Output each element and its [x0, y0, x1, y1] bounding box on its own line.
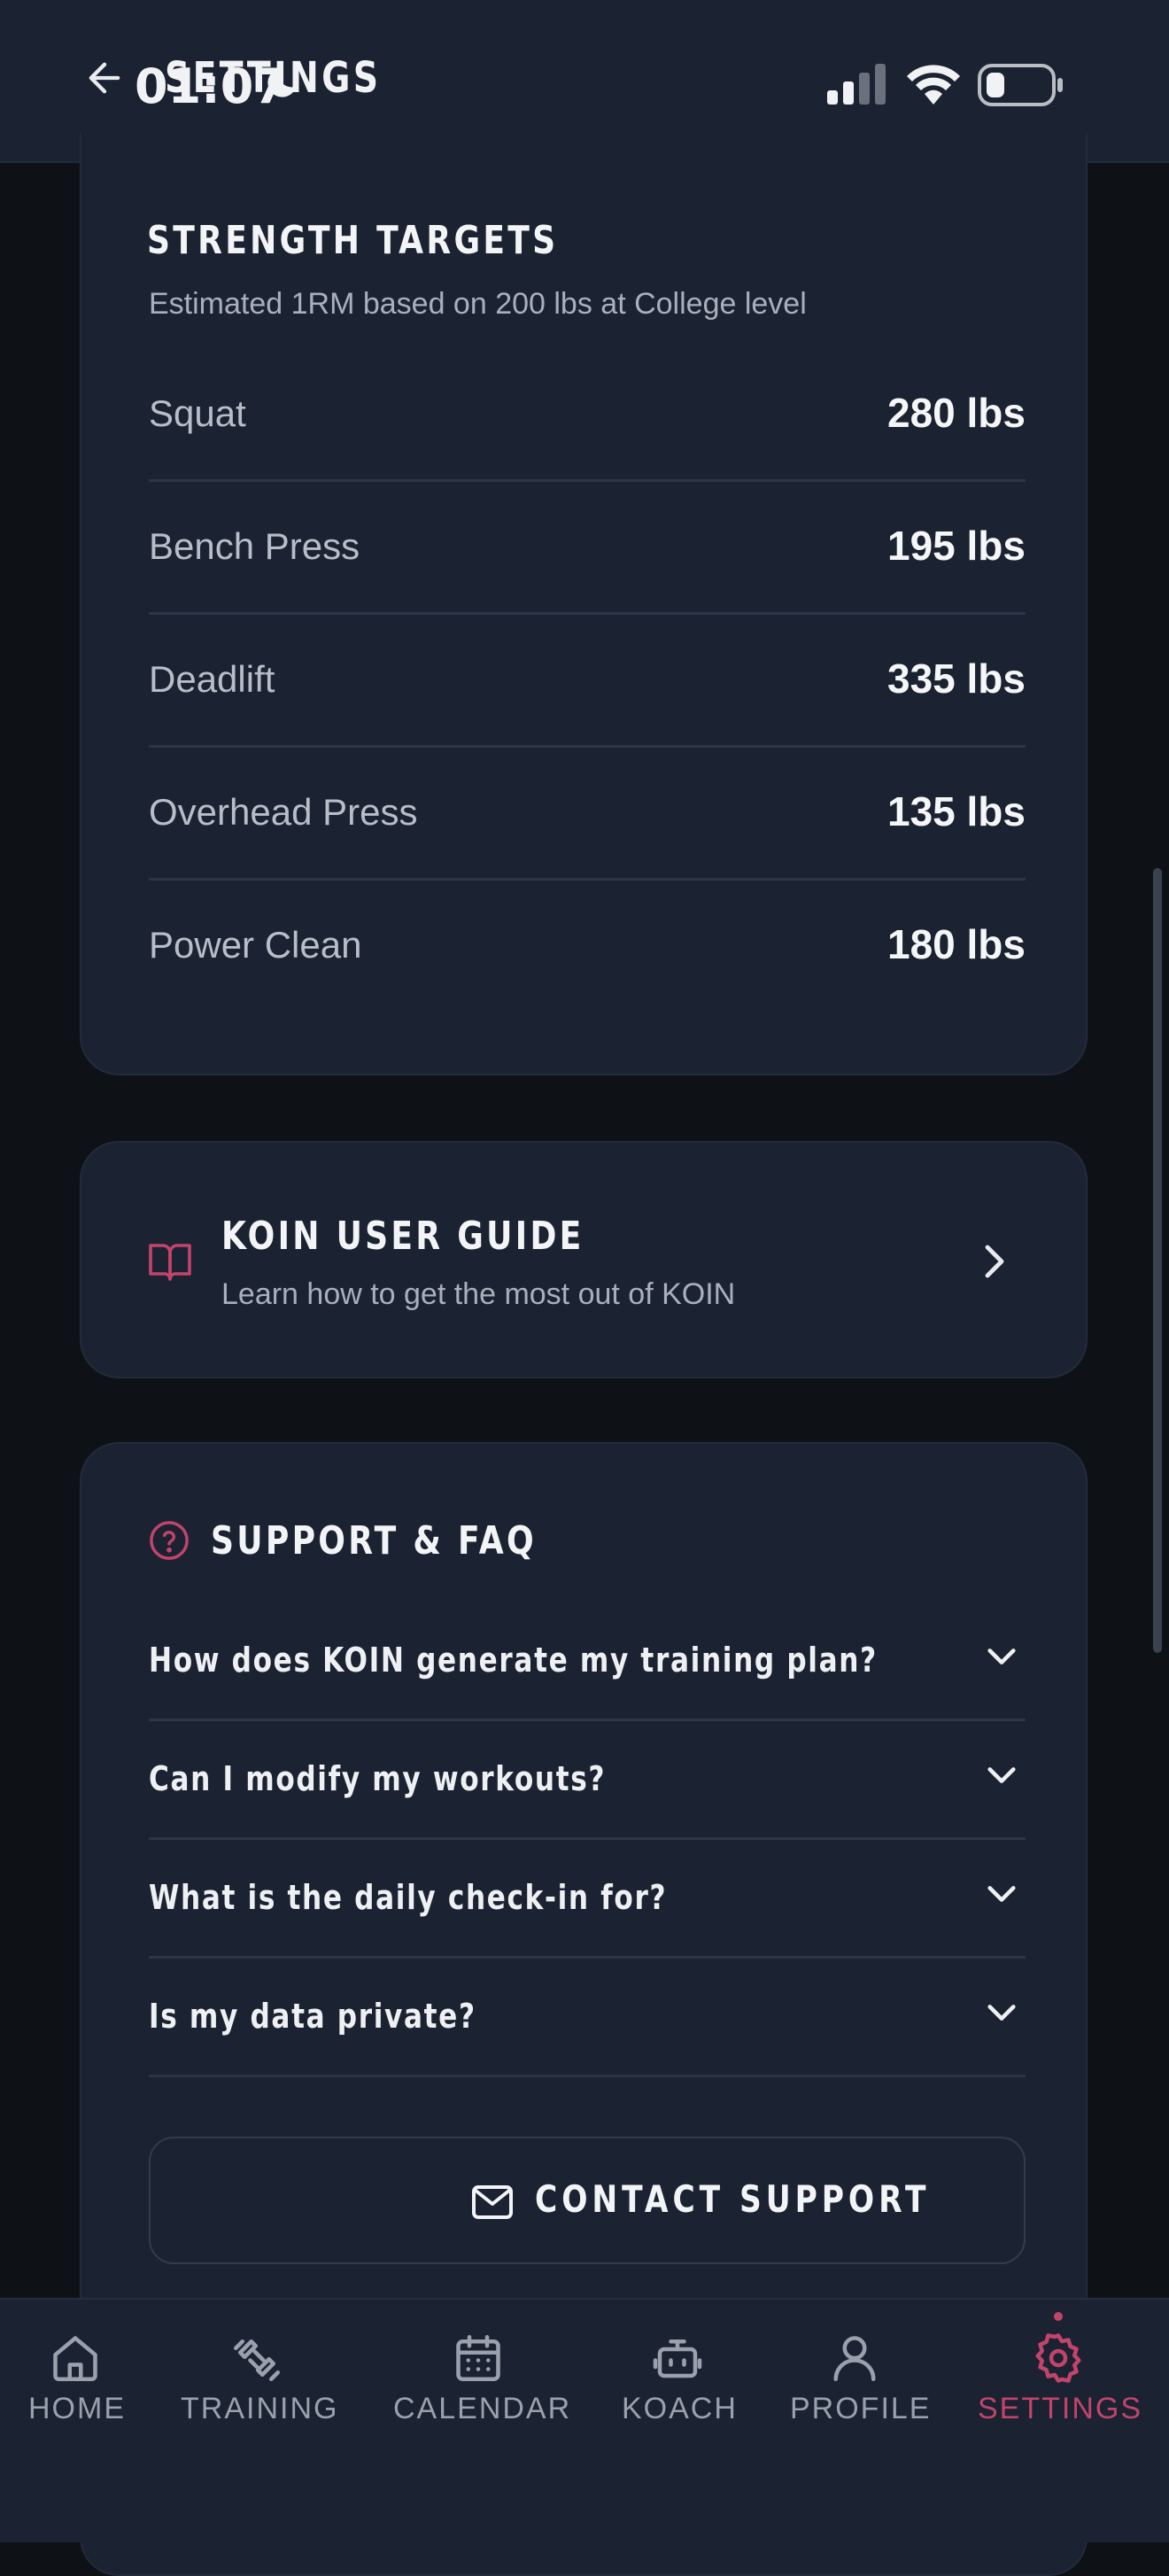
user-guide-card[interactable]: KOIN USER GUIDE Learn how to get the mos… — [80, 1141, 1088, 1378]
nav-item-calendar[interactable]: CALENDAR — [381, 2300, 576, 2450]
faq-question: How does KOIN generate my training plan? — [149, 1641, 878, 1680]
strength-targets-card: STRENGTH TARGETS Estimated 1RM based on … — [80, 133, 1088, 1075]
scrollbar[interactable] — [1153, 868, 1162, 1653]
moon-icon — [267, 68, 297, 97]
target-row-power-clean: Power Clean 180 lbs — [149, 878, 1026, 1011]
chevron-down-icon — [987, 1767, 1016, 1783]
nav-label: PROFILE — [790, 2392, 932, 2425]
faq-item[interactable]: What is the daily check-in for? — [149, 1837, 1026, 1959]
chevron-right-icon — [985, 1245, 1004, 1278]
nav-item-profile[interactable]: PROFILE — [779, 2300, 930, 2450]
faq-question: What is the daily check-in for? — [149, 1878, 668, 1917]
dumbbell-icon — [234, 2339, 280, 2381]
book-icon — [149, 1244, 191, 1281]
target-value: 335 lbs — [887, 656, 1026, 702]
nav-label: CALENDAR — [393, 2392, 572, 2425]
calendar-icon — [456, 2335, 500, 2381]
target-name: Power Clean — [149, 924, 362, 966]
nav-label: KOACH — [622, 2392, 738, 2425]
target-value: 135 lbs — [887, 788, 1026, 834]
target-row-overhead-press: Overhead Press 135 lbs — [149, 745, 1026, 881]
target-row-squat: Squat 280 lbs — [149, 346, 1026, 482]
nav-label: HOME — [28, 2392, 126, 2425]
target-name: Overhead Press — [149, 791, 418, 833]
contact-support-button[interactable]: CONTACT SUPPORT — [149, 2137, 1026, 2264]
faq-question: Can I modify my workouts? — [149, 1759, 607, 1798]
arrow-left-icon[interactable] — [81, 55, 128, 101]
home-icon — [53, 2336, 97, 2381]
nav-item-training[interactable]: TRAINING — [168, 2300, 345, 2450]
support-title: SUPPORT & FAQ — [211, 1518, 537, 1563]
help-circle-icon — [150, 1521, 189, 1560]
user-guide-subtitle: Learn how to get the most out of KOIN — [221, 1277, 736, 1311]
gear-icon — [1035, 2333, 1081, 2383]
target-row-deadlift: Deadlift 335 lbs — [149, 612, 1026, 748]
mail-icon — [472, 2185, 513, 2219]
target-name: Bench Press — [149, 525, 360, 567]
chevron-down-icon — [987, 1649, 1016, 1664]
nav-item-settings[interactable]: SETTINGS — [971, 2300, 1157, 2450]
nav-label: TRAINING — [181, 2392, 339, 2425]
faq-item[interactable]: How does KOIN generate my training plan? — [149, 1600, 1026, 1721]
active-indicator — [1054, 2312, 1063, 2321]
signal-icon — [827, 64, 886, 105]
contact-support-label: CONTACT SUPPORT — [535, 2177, 931, 2221]
target-value: 280 lbs — [887, 390, 1026, 436]
target-value: 195 lbs — [887, 523, 1026, 569]
user-icon — [833, 2336, 876, 2381]
faq-item[interactable]: Is my data private? — [149, 1956, 1026, 2077]
strength-targets-title: STRENGTH TARGETS — [147, 218, 559, 263]
faq-question: Is my data private? — [149, 1997, 476, 2036]
chevron-down-icon — [987, 1886, 1016, 1902]
strength-targets-subtitle: Estimated 1RM based on 200 lbs at Colleg… — [149, 287, 807, 321]
wifi-icon — [907, 65, 960, 105]
chevron-down-icon — [987, 2005, 1016, 2021]
faq-item[interactable]: Can I modify my workouts? — [149, 1719, 1026, 1840]
nav-label: SETTINGS — [978, 2392, 1143, 2425]
user-guide-title: KOIN USER GUIDE — [221, 1214, 584, 1259]
nav-item-home[interactable]: HOME — [0, 2300, 151, 2450]
target-name: Squat — [149, 392, 246, 434]
battery-icon — [978, 64, 1063, 106]
target-value: 180 lbs — [887, 921, 1026, 967]
bottom-nav: HOME TRAINING CALENDAR KOACH PROFILE SET… — [0, 2298, 1169, 2542]
nav-item-koach[interactable]: KOACH — [611, 2300, 744, 2450]
target-row-bench-press: Bench Press 195 lbs — [149, 479, 1026, 615]
target-name: Deadlift — [149, 658, 275, 700]
bot-icon — [653, 2339, 702, 2378]
